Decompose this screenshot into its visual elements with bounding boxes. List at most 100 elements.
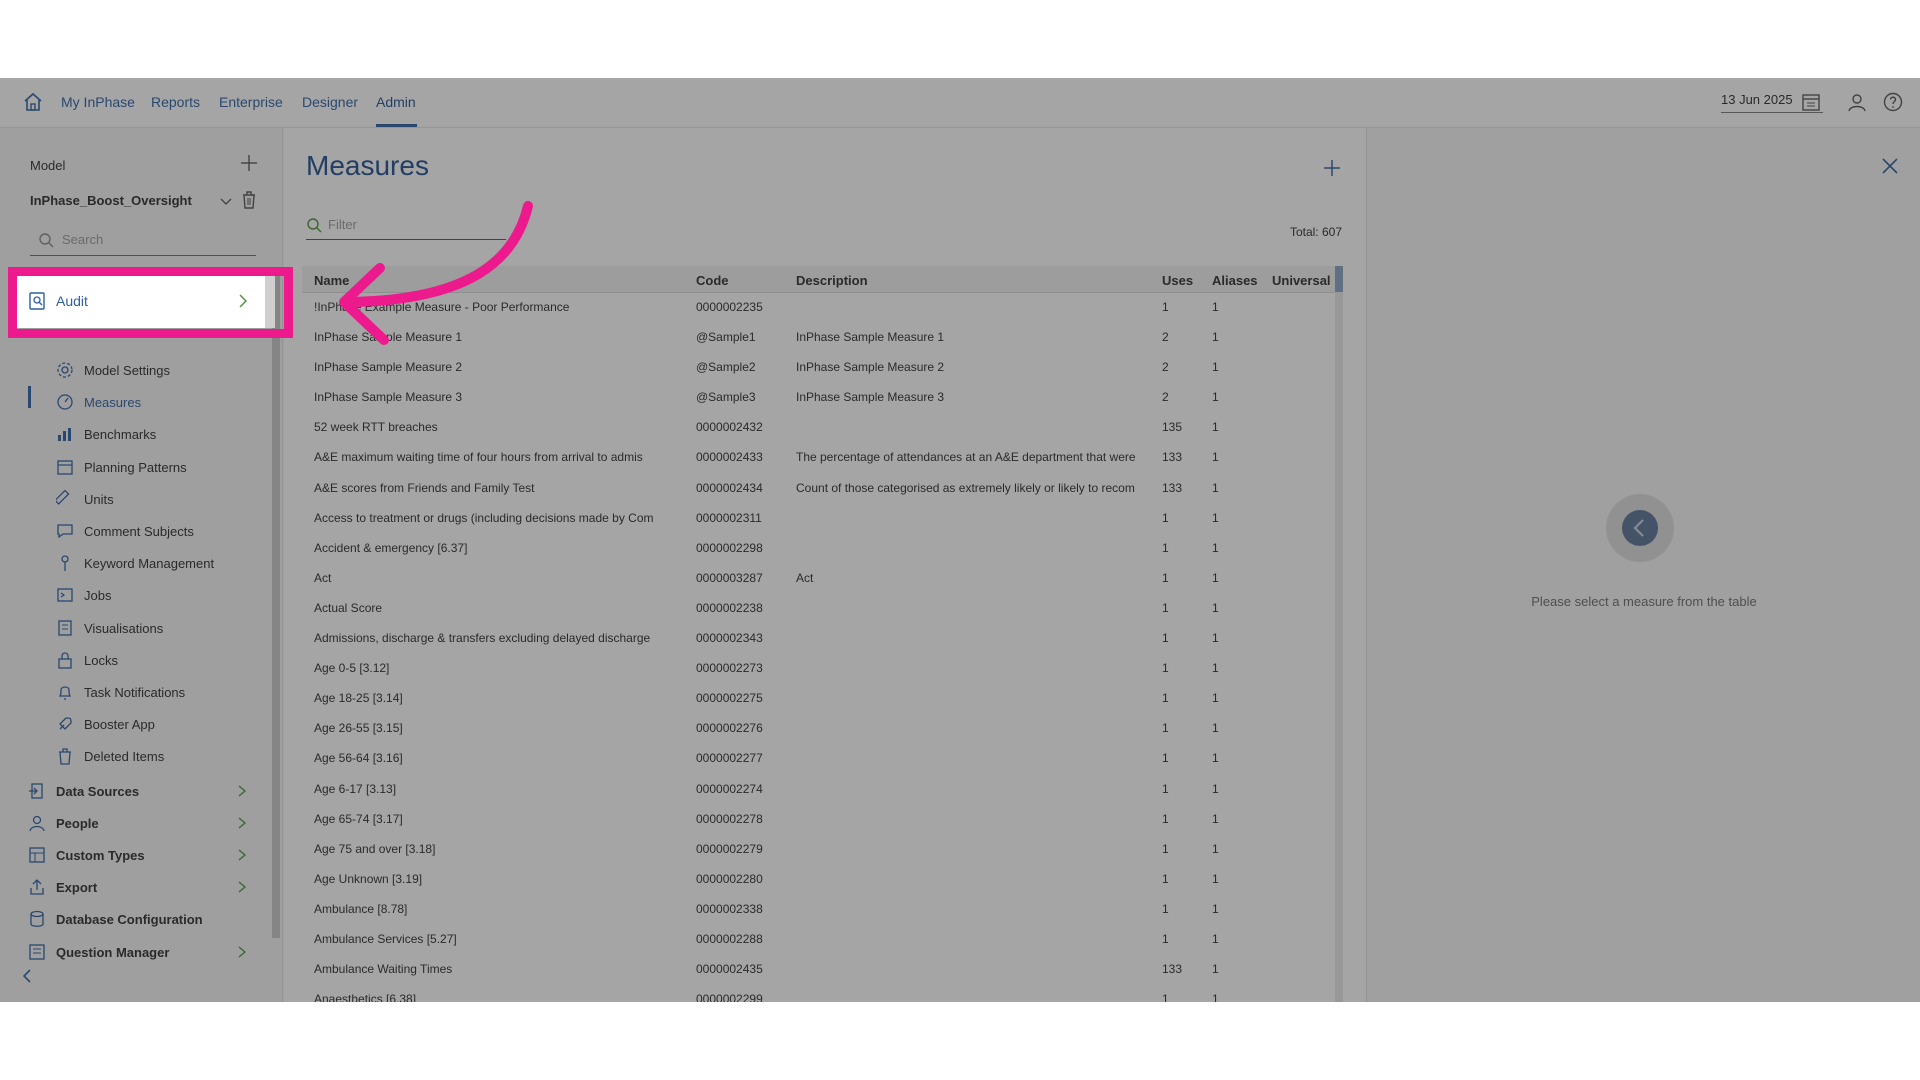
table-scrollbar-thumb[interactable] [1335, 266, 1343, 292]
nav-designer[interactable]: Designer [302, 94, 358, 110]
table-row[interactable]: Act 0000003287 Act 1 1 [302, 564, 1341, 594]
sidebar-search-input[interactable] [62, 227, 247, 251]
table-row[interactable]: Ambulance Waiting Times 0000002435 133 1 [302, 955, 1341, 985]
sidebar-group-people[interactable]: People [26, 812, 256, 836]
cell-aliases: 1 [1212, 841, 1219, 856]
cell-name: Ambulance Waiting Times [314, 962, 453, 977]
table-row[interactable]: Admissions, discharge & transfers exclud… [302, 624, 1341, 654]
sidebar-item-label: Model Settings [84, 363, 170, 378]
sidebar-item-jobs[interactable]: Jobs [54, 585, 264, 607]
sidebar-search [30, 223, 256, 256]
close-icon[interactable] [1880, 156, 1900, 176]
nav-reports[interactable]: Reports [151, 94, 200, 110]
sidebar-item-booster-app[interactable]: Booster App [54, 714, 264, 736]
sidebar-item-task-notifications[interactable]: Task Notifications [54, 682, 264, 704]
table-row[interactable]: Access to treatment or drugs (including … [302, 504, 1341, 534]
table-row[interactable]: 52 week RTT breaches 0000002432 135 1 [302, 413, 1341, 443]
cell-aliases: 1 [1212, 540, 1219, 555]
sidebar-group-export[interactable]: Export [26, 876, 256, 900]
sidebar-item-units[interactable]: Units [54, 489, 264, 511]
table-row[interactable]: InPhase Sample Measure 2 @Sample2 InPhase … [302, 353, 1341, 383]
help-icon[interactable] [1882, 91, 1904, 113]
sidebar-group-data-sources[interactable]: Data Sources [26, 780, 256, 804]
column-header-aliases[interactable]: Aliases [1212, 273, 1258, 288]
sidebar-item-measures[interactable]: Measures [54, 392, 264, 414]
sidebar-item-locks[interactable]: Locks [54, 650, 264, 672]
sidebar-item-benchmarks[interactable]: Benchmarks [54, 424, 264, 446]
sidebar-group-database-configuration[interactable]: Database Configuration [26, 908, 256, 932]
table-row[interactable]: InPhase Sample Measure 3 @Sample3 InPhase … [302, 383, 1341, 413]
sidebar-item-keyword-management[interactable]: Keyword Management [54, 553, 264, 575]
add-measure-plus-icon[interactable] [1322, 158, 1342, 178]
nav-admin[interactable]: Admin [376, 94, 416, 110]
ruler-icon [56, 489, 70, 505]
cell-aliases: 1 [1212, 931, 1219, 946]
table-row[interactable]: Age 6-17 [3.13] 0000002274 1 1 [302, 775, 1341, 805]
total-count: Total: 607 [1289, 225, 1342, 239]
empty-state-message: Please select a measure from the table [1531, 594, 1757, 609]
cell-uses: 135 [1162, 420, 1183, 435]
table-row[interactable]: Age 26-55 [3.15] 0000002276 1 1 [302, 714, 1341, 744]
home-icon[interactable] [22, 91, 44, 113]
cell-name: A&E scores from Friends and Family Test [314, 480, 535, 495]
nav-my-inphase[interactable]: My InPhase [61, 94, 135, 110]
delete-model-trash-icon[interactable] [240, 190, 258, 210]
cell-code: 0000002238 [696, 600, 763, 615]
sidebar-item-deleted-items[interactable]: Deleted Items [54, 746, 264, 768]
cell-code: 0000002434 [696, 480, 763, 495]
column-header-universal[interactable]: Universal [1272, 273, 1331, 288]
person-icon [29, 815, 45, 832]
cell-uses: 1 [1162, 931, 1169, 946]
question-manager-icon [29, 943, 45, 960]
calendar-icon[interactable] [1800, 91, 1822, 113]
table-row[interactable]: Ambulance [8.78] 0000002338 1 1 [302, 895, 1341, 925]
cell-aliases: 1 [1212, 390, 1219, 405]
cell-aliases: 1 [1212, 962, 1219, 977]
model-selector[interactable]: InPhase_Boost_Oversight [30, 193, 192, 208]
sidebar-item-model-settings[interactable]: Model Settings [54, 360, 264, 382]
cell-uses: 2 [1162, 360, 1169, 375]
table-row[interactable]: Actual Score 0000002238 1 1 [302, 594, 1341, 624]
collapse-sidebar-icon[interactable] [20, 968, 36, 984]
cell-code: 0000002338 [696, 901, 763, 916]
table-row[interactable]: Ambulance Services [5.27] 0000002288 1 1 [302, 925, 1341, 955]
cell-name: InPhase Sample Measure 3 [314, 390, 463, 405]
add-model-plus-icon[interactable] [238, 152, 260, 174]
active-item-indicator [28, 386, 31, 408]
column-header-description[interactable]: Description [796, 273, 868, 288]
sidebar-item-planning-patterns[interactable]: Planning Patterns [54, 457, 264, 479]
date-field[interactable]: 13 Jun 2025 [1721, 92, 1793, 107]
column-header-code[interactable]: Code [696, 273, 729, 288]
column-header-uses[interactable]: Uses [1162, 273, 1193, 288]
cell-uses: 1 [1162, 841, 1169, 856]
table-row[interactable]: Age 0-5 [3.12] 0000002273 1 1 [302, 654, 1341, 684]
table-row[interactable]: Age 56-64 [3.16] 0000002277 1 1 [302, 744, 1341, 774]
sidebar-group-question-manager[interactable]: Question Manager [26, 941, 256, 965]
sidebar-item-visualisations[interactable]: Visualisations [54, 618, 264, 640]
table-row[interactable]: A&E maximum waiting time of four hours f… [302, 443, 1341, 473]
sidebar-group-custom-types[interactable]: Custom Types [26, 844, 256, 868]
nav-enterprise[interactable]: Enterprise [219, 94, 283, 110]
user-icon[interactable] [1846, 91, 1868, 113]
table-row[interactable]: Age 75 and over [3.18] 0000002279 1 1 [302, 835, 1341, 865]
sidebar-item-label: Jobs [84, 588, 112, 604]
cell-code: 0000002276 [696, 721, 763, 736]
table-row[interactable]: A&E scores from Friends and Family Test 0… [302, 474, 1341, 504]
cell-uses: 133 [1162, 962, 1183, 977]
cell-code: 0000002288 [696, 931, 763, 946]
cell-code: 0000002273 [696, 661, 763, 676]
chevron-down-icon[interactable] [219, 194, 233, 208]
cell-aliases: 1 [1212, 901, 1219, 916]
table-row[interactable]: Age 18-25 [3.14] 0000002275 1 1 [302, 684, 1341, 714]
table-row[interactable]: Accident & emergency [6.37] 0000002298 1 1 [302, 534, 1341, 564]
sidebar-item-comment-subjects[interactable]: Comment Subjects [54, 521, 264, 543]
table-row[interactable]: Age 65-74 [3.17] 0000002278 1 1 [302, 805, 1341, 835]
sidebar-scrollbar[interactable] [272, 268, 280, 938]
table-scrollbar[interactable] [1335, 266, 1343, 1002]
table-row[interactable]: Anaesthetics [6.38] 0000002299 1 1 [302, 985, 1341, 1002]
sidebar-group-label: Data Sources [56, 784, 140, 799]
cell-description: The percentage of attendances at an A&E … [796, 450, 1136, 465]
sidebar: Model InPhase_Boost_Oversight Search Mod… [0, 128, 283, 1002]
table-row[interactable]: Age Unknown [3.19] 0000002280 1 1 [302, 865, 1341, 895]
cell-uses: 1 [1162, 661, 1169, 676]
